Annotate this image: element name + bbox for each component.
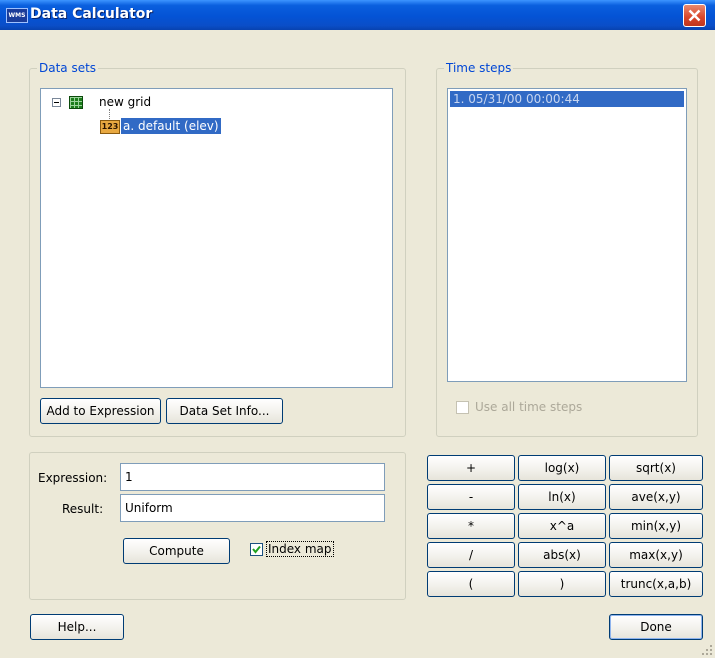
data-calculator-window: WMS Data Calculator Data sets new grid 1…	[0, 0, 715, 658]
window-title: Data Calculator	[30, 6, 153, 22]
button-label: trunc(x,a,b)	[620, 577, 692, 591]
button-label: x^a	[549, 519, 575, 533]
plus-button[interactable]: +	[427, 455, 515, 481]
done-button[interactable]: Done	[609, 614, 703, 640]
button-label: -	[468, 490, 474, 504]
index-map-checkbox[interactable]	[250, 543, 263, 556]
button-label: Compute	[149, 544, 204, 558]
checkmark-icon	[252, 545, 261, 554]
numeric-dataset-icon: 123	[100, 120, 120, 134]
close-button[interactable]	[683, 4, 706, 27]
time-steps-list[interactable]: 1. 05/31/00 00:00:44	[447, 88, 687, 382]
button-label: /	[468, 548, 474, 562]
ln-button[interactable]: ln(x)	[518, 484, 606, 510]
button-label: max(x,y)	[629, 548, 683, 562]
min-button[interactable]: min(x,y)	[609, 513, 703, 539]
open-paren-button[interactable]: (	[427, 571, 515, 597]
button-label: +	[465, 461, 477, 475]
ave-button[interactable]: ave(x,y)	[609, 484, 703, 510]
grid-icon	[69, 96, 83, 109]
button-label: *	[468, 519, 474, 533]
expression-input[interactable]: 1	[120, 463, 385, 491]
help-button[interactable]: Help...	[30, 614, 124, 640]
button-label: abs(x)	[543, 548, 581, 562]
tree-item-label: new grid	[99, 95, 152, 109]
use-all-time-steps-label: Use all time steps	[475, 400, 583, 414]
button-label: Help...	[57, 620, 97, 634]
add-to-expression-button[interactable]: Add to Expression	[40, 398, 161, 424]
button-label: ln(x)	[548, 490, 576, 504]
power-button[interactable]: x^a	[518, 513, 606, 539]
data-set-info-button[interactable]: Data Set Info...	[166, 398, 283, 424]
wms-app-icon: WMS	[6, 8, 28, 23]
button-label: Add to Expression	[46, 404, 155, 418]
button-label: (	[468, 577, 474, 591]
resize-grip-icon[interactable]	[701, 644, 713, 656]
result-field: Uniform	[120, 494, 385, 522]
collapse-icon[interactable]	[52, 98, 61, 107]
button-label: log(x)	[544, 461, 580, 475]
button-label: sqrt(x)	[636, 461, 676, 475]
trunc-button[interactable]: trunc(x,a,b)	[609, 571, 703, 597]
multiply-button[interactable]: *	[427, 513, 515, 539]
button-label: ave(x,y)	[631, 490, 681, 504]
compute-button[interactable]: Compute	[123, 538, 230, 564]
button-label: min(x,y)	[630, 519, 681, 533]
sqrt-button[interactable]: sqrt(x)	[609, 455, 703, 481]
max-button[interactable]: max(x,y)	[609, 542, 703, 568]
tree-item-default-elev[interactable]: 123 a. default (elev)	[41, 117, 241, 135]
data-sets-tree[interactable]: new grid 123 a. default (elev)	[40, 88, 393, 388]
abs-button[interactable]: abs(x)	[518, 542, 606, 568]
title-bar[interactable]: WMS Data Calculator	[0, 0, 715, 30]
time-steps-label: Time steps	[444, 61, 514, 75]
close-paren-button[interactable]: )	[518, 571, 606, 597]
use-all-time-steps-checkbox[interactable]	[456, 401, 469, 414]
button-label: Data Set Info...	[179, 404, 270, 418]
tree-item-label: a. default (elev)	[121, 118, 221, 134]
minus-button[interactable]: -	[427, 484, 515, 510]
tree-item-new-grid[interactable]: new grid	[41, 93, 241, 111]
button-label: )	[559, 577, 565, 591]
data-sets-label: Data sets	[37, 61, 99, 75]
divide-button[interactable]: /	[427, 542, 515, 568]
close-icon	[688, 9, 701, 22]
time-step-item[interactable]: 1. 05/31/00 00:00:44	[450, 91, 684, 107]
index-map-label: Index map	[266, 541, 334, 557]
expression-label: Expression:	[38, 471, 108, 485]
result-label: Result:	[62, 502, 104, 516]
button-label: Done	[640, 620, 672, 634]
log-button[interactable]: log(x)	[518, 455, 606, 481]
